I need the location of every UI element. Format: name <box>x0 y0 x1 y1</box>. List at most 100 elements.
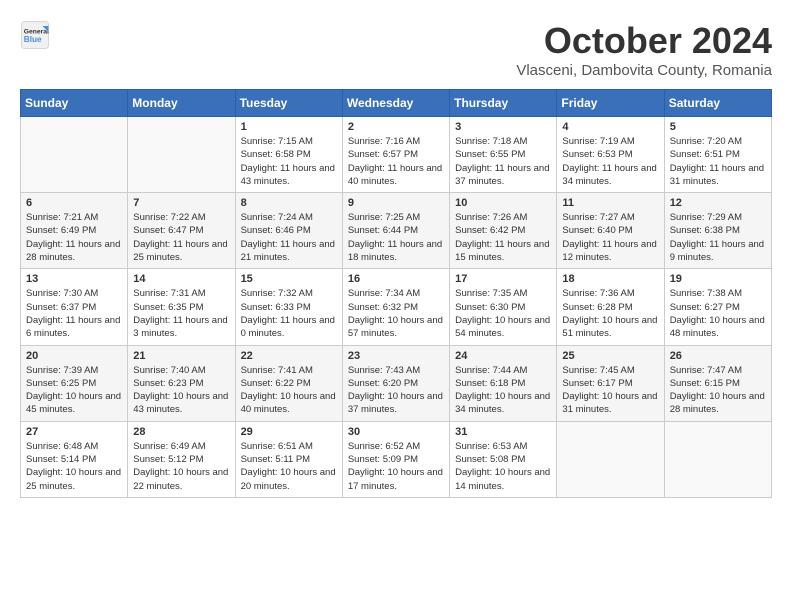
calendar-cell: 14 Sunrise: 7:31 AM Sunset: 6:35 PM Dayli… <box>128 269 235 345</box>
calendar-cell <box>664 421 771 497</box>
calendar-cell: 27Sunrise: 6:48 AM Sunset: 5:14 PM Dayli… <box>21 421 128 497</box>
day-info: Sunrise: 7:25 AM Sunset: 6:44 PM Dayligh… <box>348 211 444 264</box>
day-info: Sunrise: 7:32 AM Sunset: 6:33 PM Dayligh… <box>241 287 337 340</box>
day-number: 30 <box>348 426 444 438</box>
day-info: Sunrise: 7:27 AM Sunset: 6:40 PM Dayligh… <box>562 211 658 264</box>
calendar-cell: 24 Sunrise: 7:44 AM Sunset: 6:18 PM Dayli… <box>450 345 557 421</box>
day-number: 24 <box>455 350 551 362</box>
day-number: 8 <box>241 197 337 209</box>
day-info: Sunrise: 6:53 AM Sunset: 5:08 PM Dayligh… <box>455 440 551 493</box>
day-number: 1 <box>241 121 337 133</box>
day-info: Sunrise: 7:39 AM Sunset: 6:25 PM Dayligh… <box>26 364 122 417</box>
calendar-cell: 6Sunrise: 7:21 AM Sunset: 6:49 PM Daylig… <box>21 193 128 269</box>
day-number: 14 <box>133 273 229 285</box>
day-number: 13 <box>26 273 122 285</box>
weekday-header-sunday: Sunday <box>21 90 128 117</box>
month-title: October 2024 <box>516 20 772 62</box>
calendar-cell: 13 Sunrise: 7:30 AM Sunset: 6:37 PM Dayli… <box>21 269 128 345</box>
svg-text:Blue: Blue <box>24 35 42 44</box>
day-info: Sunrise: 7:31 AM Sunset: 6:35 PM Dayligh… <box>133 287 229 340</box>
calendar-cell: 9Sunrise: 7:25 AM Sunset: 6:44 PM Daylig… <box>342 193 449 269</box>
day-info: Sunrise: 6:52 AM Sunset: 5:09 PM Dayligh… <box>348 440 444 493</box>
calendar-cell: 19 Sunrise: 7:38 AM Sunset: 6:27 PM Dayli… <box>664 269 771 345</box>
day-number: 11 <box>562 197 658 209</box>
calendar-cell: 2 Sunrise: 7:16 AM Sunset: 6:57 PM Daylig… <box>342 117 449 193</box>
calendar-cell: 17Sunrise: 7:35 AM Sunset: 6:30 PM Dayli… <box>450 269 557 345</box>
calendar-table: SundayMondayTuesdayWednesdayThursdayFrid… <box>20 89 772 498</box>
day-number: 7 <box>133 197 229 209</box>
logo-icon: General Blue <box>20 20 50 50</box>
calendar-cell: 30 Sunrise: 6:52 AM Sunset: 5:09 PM Dayli… <box>342 421 449 497</box>
day-number: 18 <box>562 273 658 285</box>
weekday-header-wednesday: Wednesday <box>342 90 449 117</box>
calendar-cell: 31 Sunrise: 6:53 AM Sunset: 5:08 PM Dayli… <box>450 421 557 497</box>
day-number: 19 <box>670 273 766 285</box>
calendar-cell: 8 Sunrise: 7:24 AM Sunset: 6:46 PM Daylig… <box>235 193 342 269</box>
day-info: Sunrise: 7:26 AM Sunset: 6:42 PM Dayligh… <box>455 211 551 264</box>
weekday-header-row: SundayMondayTuesdayWednesdayThursdayFrid… <box>21 90 772 117</box>
calendar-cell: 11 Sunrise: 7:27 AM Sunset: 6:40 PM Dayli… <box>557 193 664 269</box>
location: Vlasceni, Dambovita County, Romania <box>516 62 772 79</box>
day-number: 3 <box>455 121 551 133</box>
calendar-cell: 15 Sunrise: 7:32 AM Sunset: 6:33 PM Dayli… <box>235 269 342 345</box>
day-info: Sunrise: 7:47 AM Sunset: 6:15 PM Dayligh… <box>670 364 766 417</box>
day-number: 23 <box>348 350 444 362</box>
day-number: 20 <box>26 350 122 362</box>
calendar-cell: 29 Sunrise: 6:51 AM Sunset: 5:11 PM Dayli… <box>235 421 342 497</box>
day-number: 15 <box>241 273 337 285</box>
weekday-header-monday: Monday <box>128 90 235 117</box>
title-section: October 2024 Vlasceni, Dambovita County,… <box>516 20 772 79</box>
day-info: Sunrise: 7:22 AM Sunset: 6:47 PM Dayligh… <box>133 211 229 264</box>
weekday-header-friday: Friday <box>557 90 664 117</box>
calendar-cell: 20 Sunrise: 7:39 AM Sunset: 6:25 PM Dayli… <box>21 345 128 421</box>
day-number: 29 <box>241 426 337 438</box>
day-number: 28 <box>133 426 229 438</box>
week-row-1: 1 Sunrise: 7:15 AM Sunset: 6:58 PM Daylig… <box>21 117 772 193</box>
day-number: 4 <box>562 121 658 133</box>
day-info: Sunrise: 7:20 AM Sunset: 6:51 PM Dayligh… <box>670 135 766 188</box>
calendar-cell: 23 Sunrise: 7:43 AM Sunset: 6:20 PM Dayli… <box>342 345 449 421</box>
day-info: Sunrise: 7:29 AM Sunset: 6:38 PM Dayligh… <box>670 211 766 264</box>
day-info: Sunrise: 7:24 AM Sunset: 6:46 PM Dayligh… <box>241 211 337 264</box>
day-info: Sunrise: 7:18 AM Sunset: 6:55 PM Dayligh… <box>455 135 551 188</box>
day-info: Sunrise: 7:36 AM Sunset: 6:28 PM Dayligh… <box>562 287 658 340</box>
day-info: Sunrise: 6:51 AM Sunset: 5:11 PM Dayligh… <box>241 440 337 493</box>
logo: General Blue <box>20 20 50 50</box>
day-number: 5 <box>670 121 766 133</box>
calendar-cell: 10 Sunrise: 7:26 AM Sunset: 6:42 PM Dayli… <box>450 193 557 269</box>
calendar-cell: 7 Sunrise: 7:22 AM Sunset: 6:47 PM Daylig… <box>128 193 235 269</box>
calendar-cell: 26 Sunrise: 7:47 AM Sunset: 6:15 PM Dayli… <box>664 345 771 421</box>
day-number: 2 <box>348 121 444 133</box>
day-info: Sunrise: 7:35 AM Sunset: 6:30 PM Dayligh… <box>455 287 551 340</box>
weekday-header-saturday: Saturday <box>664 90 771 117</box>
calendar-cell: 22 Sunrise: 7:41 AM Sunset: 6:22 PM Dayli… <box>235 345 342 421</box>
weekday-header-tuesday: Tuesday <box>235 90 342 117</box>
day-number: 6 <box>26 197 122 209</box>
calendar-cell: 3 Sunrise: 7:18 AM Sunset: 6:55 PM Daylig… <box>450 117 557 193</box>
day-info: Sunrise: 7:15 AM Sunset: 6:58 PM Dayligh… <box>241 135 337 188</box>
day-number: 21 <box>133 350 229 362</box>
day-number: 26 <box>670 350 766 362</box>
day-info: Sunrise: 7:30 AM Sunset: 6:37 PM Dayligh… <box>26 287 122 340</box>
day-number: 27 <box>26 426 122 438</box>
day-number: 22 <box>241 350 337 362</box>
calendar-cell <box>21 117 128 193</box>
day-info: Sunrise: 6:49 AM Sunset: 5:12 PM Dayligh… <box>133 440 229 493</box>
calendar-cell: 5 Sunrise: 7:20 AM Sunset: 6:51 PM Daylig… <box>664 117 771 193</box>
day-info: Sunrise: 7:38 AM Sunset: 6:27 PM Dayligh… <box>670 287 766 340</box>
day-info: Sunrise: 7:44 AM Sunset: 6:18 PM Dayligh… <box>455 364 551 417</box>
week-row-2: 6Sunrise: 7:21 AM Sunset: 6:49 PM Daylig… <box>21 193 772 269</box>
calendar-cell: 18 Sunrise: 7:36 AM Sunset: 6:28 PM Dayli… <box>557 269 664 345</box>
calendar-cell: 16 Sunrise: 7:34 AM Sunset: 6:32 PM Dayli… <box>342 269 449 345</box>
calendar-cell: 25Sunrise: 7:45 AM Sunset: 6:17 PM Dayli… <box>557 345 664 421</box>
day-info: Sunrise: 7:43 AM Sunset: 6:20 PM Dayligh… <box>348 364 444 417</box>
day-number: 31 <box>455 426 551 438</box>
day-info: Sunrise: 7:19 AM Sunset: 6:53 PM Dayligh… <box>562 135 658 188</box>
week-row-3: 13 Sunrise: 7:30 AM Sunset: 6:37 PM Dayli… <box>21 269 772 345</box>
day-number: 10 <box>455 197 551 209</box>
day-info: Sunrise: 7:34 AM Sunset: 6:32 PM Dayligh… <box>348 287 444 340</box>
day-info: Sunrise: 7:16 AM Sunset: 6:57 PM Dayligh… <box>348 135 444 188</box>
day-info: Sunrise: 7:41 AM Sunset: 6:22 PM Dayligh… <box>241 364 337 417</box>
weekday-header-thursday: Thursday <box>450 90 557 117</box>
day-number: 16 <box>348 273 444 285</box>
